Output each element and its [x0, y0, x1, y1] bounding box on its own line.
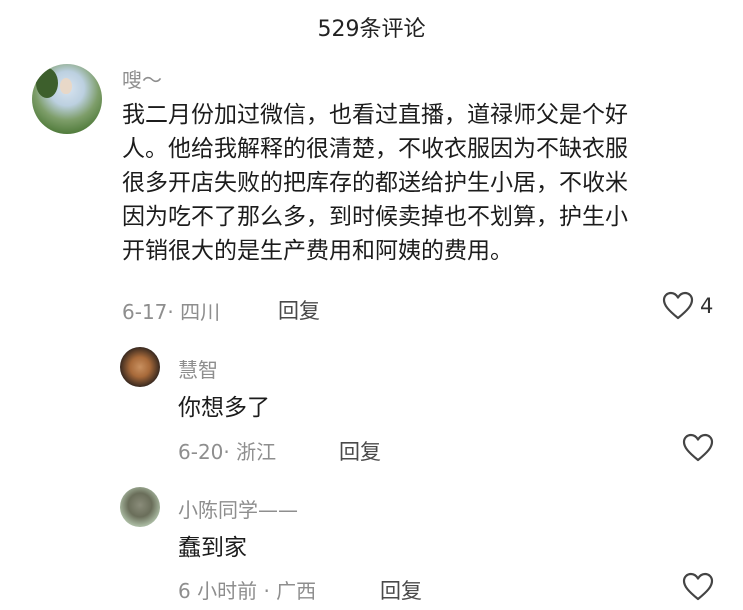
avatar[interactable] [120, 487, 160, 527]
comment-meta: 6-20· 浙江 [178, 440, 277, 464]
avatar-tree [36, 68, 58, 98]
comment-text: 我二月份加过微信，也看过直播，道禄师父是个好 人。他给我解释的很清楚，不收衣服因… [122, 98, 743, 268]
avatar[interactable] [120, 347, 160, 387]
comment-line: 很多开店失败的把库存的都送给护生小居，不收米 [122, 170, 628, 196]
comment-meta: 6 小时前 · 广西 [178, 579, 317, 603]
comment-username[interactable]: 嗖～ [122, 64, 162, 93]
comment-meta: 6-17· 四川 [122, 300, 221, 324]
comment-line: 我二月份加过微信，也看过直播，道禄师父是个好 [122, 102, 628, 128]
like-button[interactable]: 4 [662, 291, 713, 321]
comment-text: 你想多了 [178, 395, 270, 421]
comment-text: 蠢到家 [178, 535, 247, 561]
avatar[interactable] [32, 64, 102, 134]
reply-button[interactable]: 回复 [278, 295, 320, 325]
comment-line: 人。他给我解释的很清楚，不收衣服因为不缺衣服 [122, 136, 628, 162]
heart-outline-icon [682, 572, 714, 601]
like-button[interactable] [682, 572, 714, 602]
reply-button[interactable]: 回复 [380, 575, 422, 605]
like-count: 4 [700, 294, 714, 318]
avatar-balloon [60, 78, 72, 94]
heart-outline-icon [682, 433, 714, 462]
comment-line: 因为吃不了那么多，到时候卖掉也不划算，护生小 [122, 204, 628, 230]
like-button[interactable] [682, 433, 714, 463]
comment-username[interactable]: 小陈同学—— [178, 494, 298, 523]
comment-line: 开销很大的是生产费用和阿姨的费用。 [122, 238, 513, 264]
heart-outline-icon [662, 291, 694, 320]
comment-count-title: 529条评论 [317, 17, 426, 42]
comment-username[interactable]: 慧智 [178, 354, 218, 383]
reply-button[interactable]: 回复 [339, 436, 381, 466]
